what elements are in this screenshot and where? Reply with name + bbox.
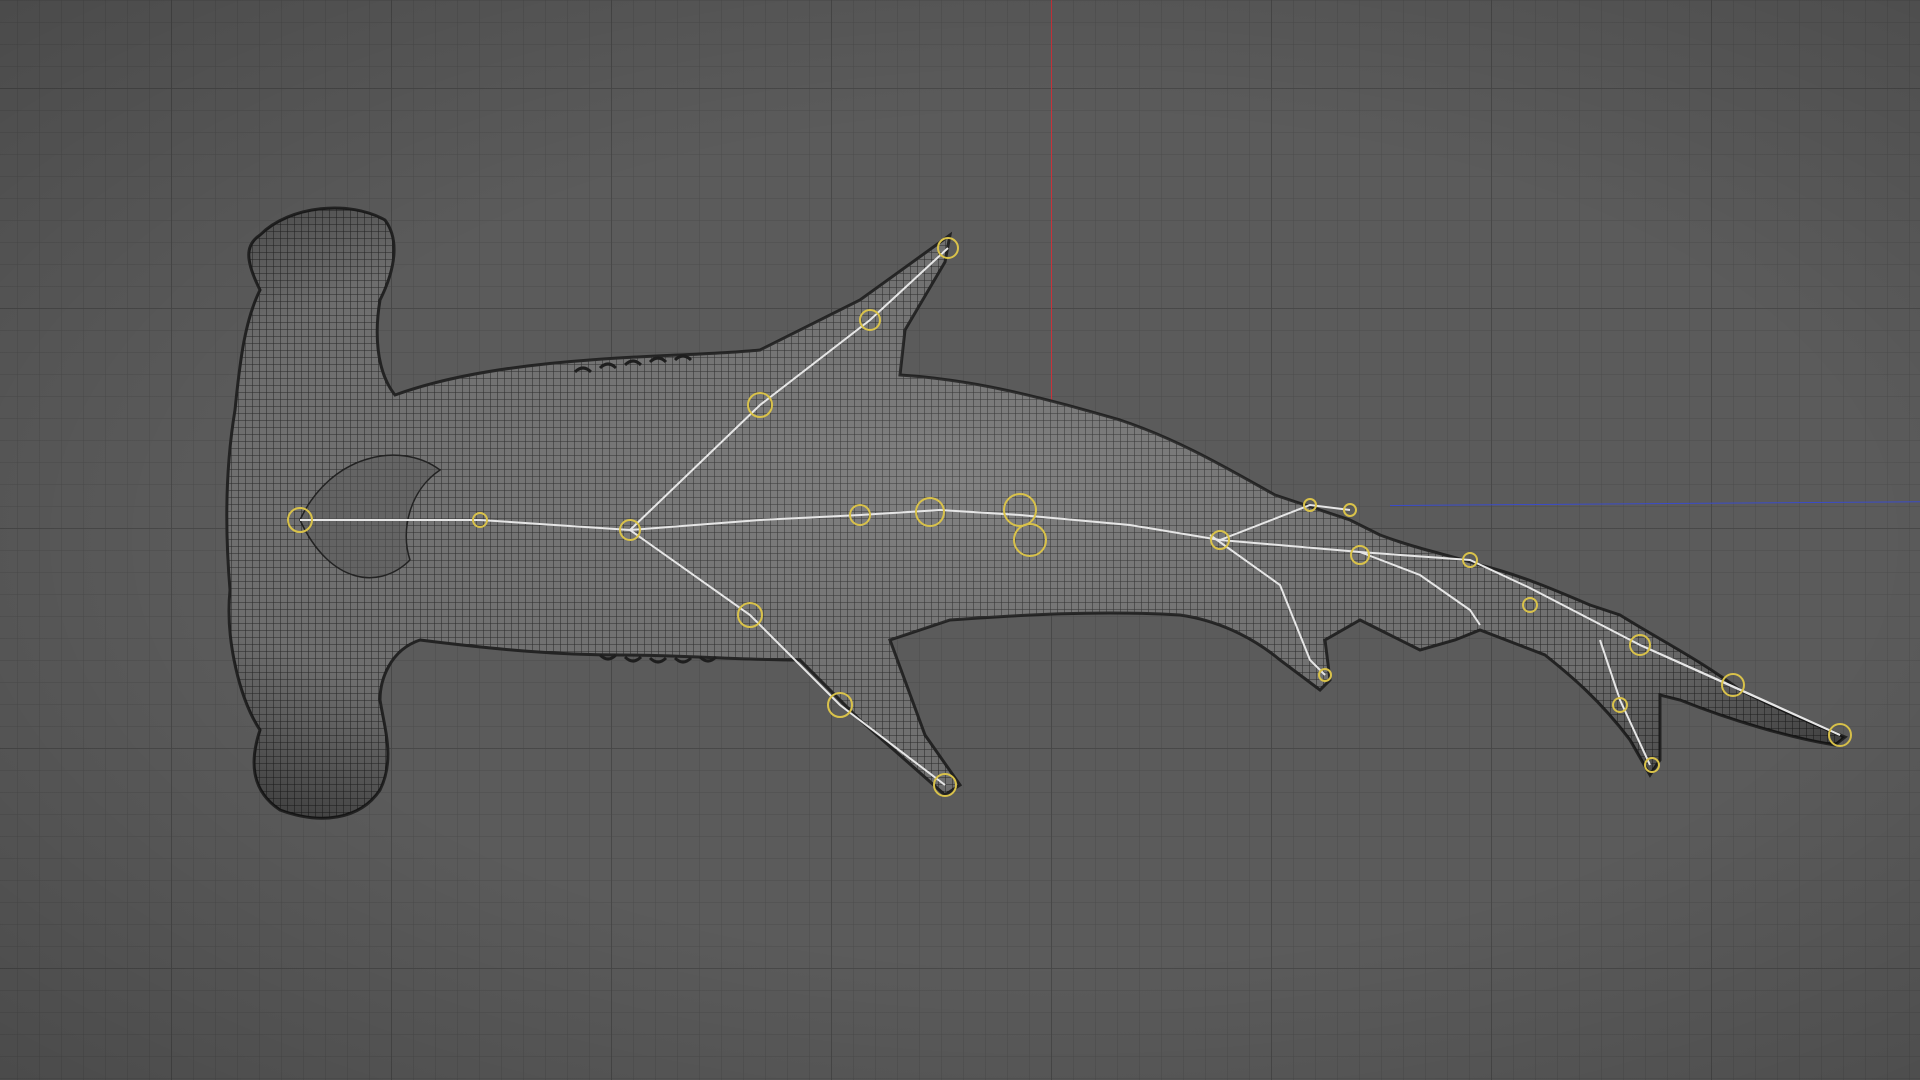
3d-viewport[interactable] (0, 0, 1920, 1080)
shark-model[interactable] (0, 0, 1920, 1080)
